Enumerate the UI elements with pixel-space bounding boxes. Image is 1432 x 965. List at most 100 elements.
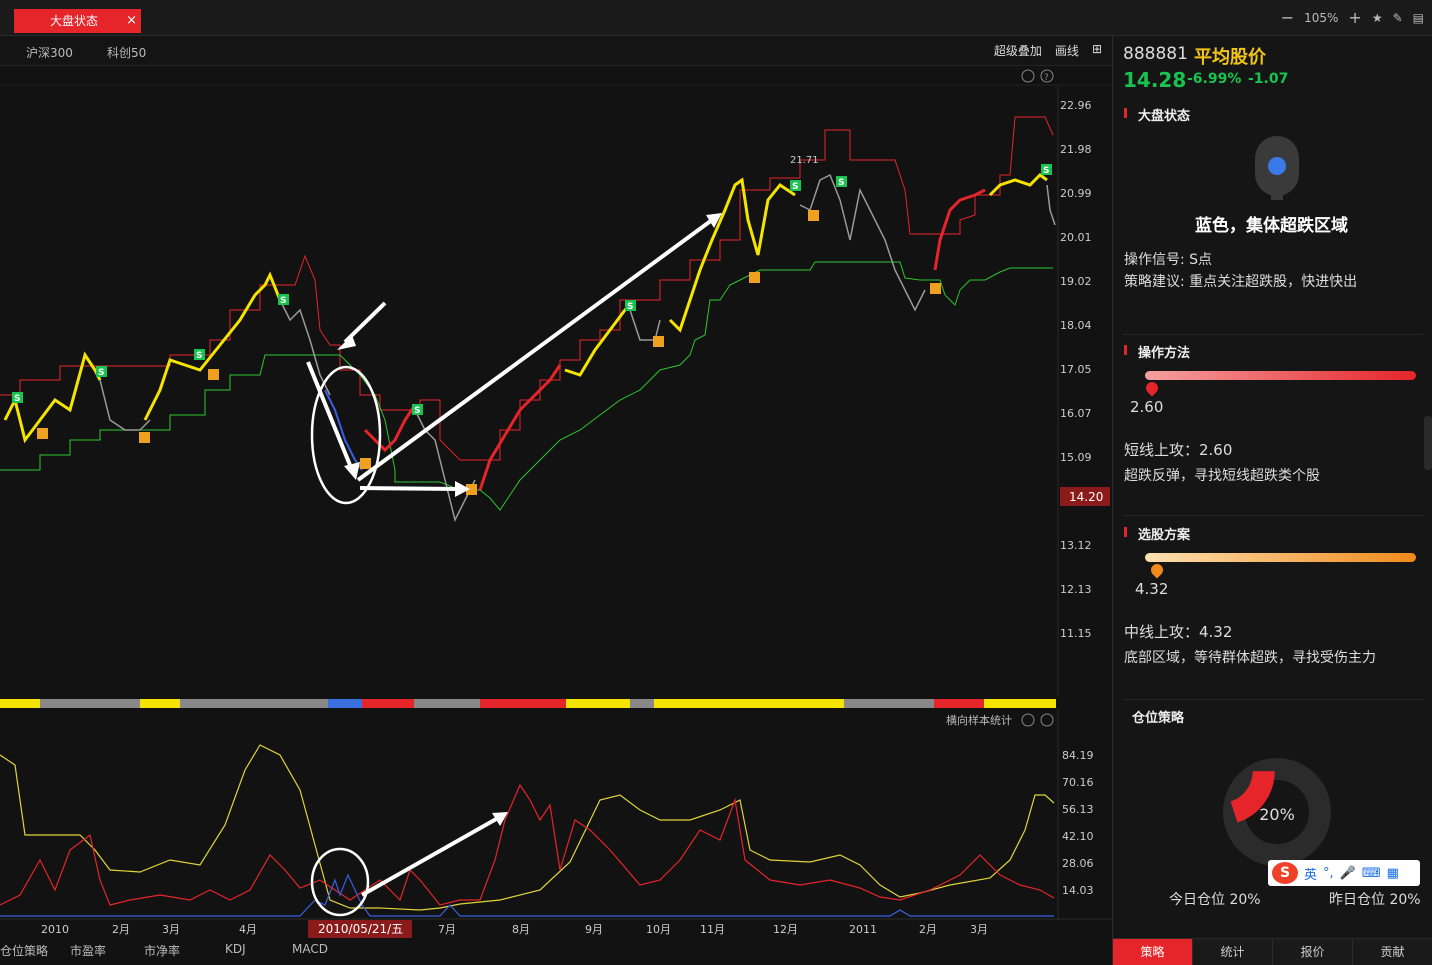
pen-icon[interactable]: ✎ [1393, 11, 1403, 25]
sub-y-tick: 84.19 [1062, 749, 1094, 762]
y-tick: 19.02 [1060, 275, 1092, 288]
y-tick: 18.04 [1060, 319, 1092, 332]
section-title-pick: 选股方案 [1124, 524, 1190, 543]
y-tick: 22.96 [1060, 99, 1092, 112]
indicator-tab[interactable]: KDJ [225, 942, 246, 956]
strategy-sidebar: 888881 平均股价 14.28 -6.99% -1.07 大盘状态 蓝色，集… [1112, 36, 1432, 965]
x-tick: 2011 [849, 923, 877, 936]
change-value: -1.07 [1248, 71, 1289, 87]
indicator-tab[interactable]: 市净率 [144, 942, 180, 959]
method-line1: 短线上攻：2.60 [1124, 441, 1233, 459]
indicator-tab[interactable]: MACD [292, 942, 328, 956]
b-marker [139, 432, 150, 443]
x-tick: 3月 [970, 923, 988, 936]
sidebar-tabs: 策略 统计 报价 贡献 [1113, 938, 1432, 965]
zoom-out-icon[interactable]: − [1281, 8, 1294, 27]
section-title-position: 仓位策略 [1132, 711, 1185, 726]
b-marker [749, 272, 760, 283]
pick-bar [1145, 553, 1416, 562]
x-tick: 2010 [41, 923, 69, 936]
pick-line1: 中线上攻：4.32 [1124, 623, 1233, 641]
ime-toolbar[interactable]: S 英 °, 🎤 ⌨ ▦ [1268, 860, 1420, 886]
y-tick: 13.12 [1060, 539, 1092, 552]
x-tick: 2月 [919, 923, 937, 936]
svg-text:S: S [1043, 166, 1049, 176]
b-marker [360, 458, 371, 469]
sub-y-tick: 56.13 [1062, 803, 1094, 816]
today-position: 今日仓位 20% [1169, 892, 1261, 908]
tab-contribution[interactable]: 贡献 [1353, 939, 1432, 965]
toolbar: − 105% + ★ ✎ ▤ [1281, 8, 1424, 27]
draw-line-button[interactable]: 画线 [1055, 42, 1079, 59]
b-marker [808, 210, 819, 221]
stock-price: 14.28 [1123, 68, 1187, 92]
x-tick: 2月 [112, 923, 130, 936]
index-tab-hs300[interactable]: 沪深300 [26, 44, 73, 61]
index-bar: 沪深300 科创50 超级叠加 画线 ⊞ [0, 36, 1112, 66]
x-tick: 10月 [646, 923, 671, 936]
x-tick: 9月 [585, 923, 603, 936]
index-tab-kc50[interactable]: 科创50 [107, 44, 146, 61]
sogou-logo-icon: S [1272, 862, 1298, 884]
section-title-method: 操作方法 [1124, 342, 1190, 361]
method-bar [1145, 371, 1416, 380]
market-state-icon [1255, 136, 1299, 200]
svg-text:S: S [98, 368, 104, 378]
y-tick: 16.07 [1060, 407, 1092, 420]
zoom-in-icon[interactable]: + [1348, 8, 1361, 27]
chart-area[interactable]: ? 22.96 21.98 20.99 20.01 19.02 18.04 17… [0, 66, 1112, 946]
sub-y-tick: 42.10 [1062, 830, 1094, 843]
kline-chart[interactable]: ? 22.96 21.98 20.99 20.01 19.02 18.04 17… [0, 66, 1112, 946]
donut-center-label: 20% [1259, 805, 1295, 824]
tab-strategy[interactable]: 策略 [1113, 939, 1193, 965]
section-title-market: 大盘状态 [1124, 105, 1190, 124]
yesterday-position: 昨日仓位 20% [1329, 892, 1421, 908]
b-marker [930, 283, 941, 294]
stock-code: 888881 [1123, 44, 1188, 64]
sub-y-tick: 28.06 [1062, 857, 1094, 870]
sub-y-tick: 70.16 [1062, 776, 1094, 789]
grid-icon[interactable]: ⊞ [1092, 42, 1102, 59]
b-marker [653, 336, 664, 347]
svg-text:S: S [280, 296, 286, 306]
tab-statistics[interactable]: 统计 [1193, 939, 1273, 965]
svg-text:S: S [627, 302, 633, 312]
svg-text:S: S [838, 178, 844, 188]
x-tick: 4月 [239, 923, 257, 936]
app-window: 大盘状态 × − 105% + ★ ✎ ▤ 沪深300 科创50 超级叠加 画线… [0, 0, 1432, 965]
y-tick: 17.05 [1060, 363, 1092, 376]
close-icon[interactable]: × [126, 9, 137, 33]
keyboard-icon[interactable]: ⌨ [1362, 866, 1381, 881]
b-marker [37, 428, 48, 439]
method-marker [1143, 379, 1161, 397]
x-tick: 8月 [512, 923, 530, 936]
x-tick: 7月 [438, 923, 456, 936]
tab-market-state[interactable]: 大盘状态 × [14, 9, 141, 33]
scrollbar[interactable] [1424, 416, 1432, 470]
ime-lang[interactable]: 英 [1304, 864, 1317, 883]
svg-text:?: ? [1044, 73, 1049, 83]
indicator-tab[interactable]: 市盈率 [70, 942, 106, 959]
peak-label: 21.71 [790, 155, 819, 166]
layout-icon[interactable]: ▤ [1413, 11, 1424, 25]
svg-text:S: S [792, 182, 798, 192]
zoom-level: 105% [1304, 10, 1339, 25]
sub-chart-title: 横向样本统计 [946, 713, 1012, 727]
stock-name: 平均股价 [1194, 47, 1266, 68]
y-tick: 11.15 [1060, 627, 1092, 640]
apps-icon[interactable]: ▦ [1387, 866, 1399, 881]
tab-quote[interactable]: 报价 [1273, 939, 1353, 965]
market-state-text: 蓝色，集体超跌区域 [1195, 216, 1348, 236]
microphone-icon[interactable]: 🎤 [1340, 866, 1356, 881]
star-icon[interactable]: ★ [1372, 11, 1383, 25]
y-tick: 21.98 [1060, 143, 1092, 156]
x-tick: 12月 [773, 923, 798, 936]
change-percent: -6.99% [1187, 71, 1242, 87]
method-value: 2.60 [1130, 398, 1164, 416]
indicator-tabs: 仓位策略 市盈率 市净率 KDJ MACD [0, 940, 1112, 965]
y-tick: 12.13 [1060, 583, 1092, 596]
overlay-button[interactable]: 超级叠加 [994, 42, 1042, 59]
punctuation-icon[interactable]: °, [1323, 866, 1334, 881]
indicator-tab[interactable]: 仓位策略 [0, 942, 48, 959]
current-price-label: 14.20 [1069, 490, 1103, 504]
